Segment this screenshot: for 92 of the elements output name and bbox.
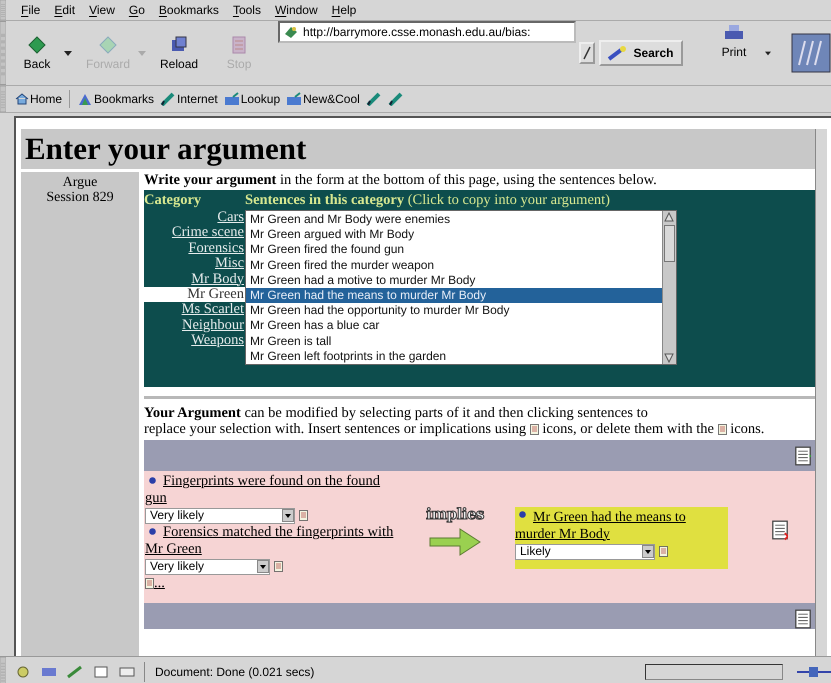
status-text: Document: Done (0.021 secs) bbox=[154, 664, 316, 678]
forward-icon bbox=[97, 35, 119, 55]
insert-icon[interactable] bbox=[530, 424, 539, 436]
sentence-option[interactable]: Mr Green had a motive to murder Mr Body bbox=[246, 272, 662, 288]
back-button[interactable]: Back bbox=[12, 33, 62, 73]
slash-icon[interactable] bbox=[583, 46, 592, 60]
throbber-logo-icon[interactable] bbox=[790, 33, 831, 73]
category-link[interactable]: Crime scene bbox=[172, 224, 244, 240]
reload-button[interactable]: Reload bbox=[154, 33, 204, 73]
toolbar-grip[interactable] bbox=[0, 657, 6, 683]
right-arrow-icon bbox=[428, 527, 482, 557]
likelihood-dropdown[interactable]: Likely bbox=[515, 544, 655, 560]
folder-icon bbox=[224, 92, 240, 106]
premise-text[interactable]: Forensics matched the fingerprints with Mr Green bbox=[145, 524, 395, 558]
delete-icon[interactable] bbox=[718, 424, 727, 436]
menu-item[interactable]: Edit bbox=[47, 0, 82, 20]
print-button[interactable]: Print bbox=[708, 21, 759, 85]
page-title: Enter your argument bbox=[21, 129, 815, 169]
implies-label: implies bbox=[426, 505, 484, 523]
page-icon bbox=[284, 25, 298, 39]
online-plug-icon[interactable] bbox=[797, 664, 831, 678]
folder-icon bbox=[286, 92, 302, 106]
sentence-option[interactable]: Mr Green had the opportunity to murder Mr Body bbox=[246, 303, 662, 318]
menu-item[interactable]: Bookmarks bbox=[152, 0, 226, 20]
dropdown-caret-icon[interactable] bbox=[764, 50, 771, 56]
column-heading: Category bbox=[144, 192, 202, 208]
bookmark-link[interactable]: Bookmarks bbox=[74, 86, 158, 112]
category-link[interactable]: Ms Scarlet bbox=[182, 301, 244, 318]
likelihood-dropdown[interactable]: Very likely bbox=[145, 558, 270, 575]
help-text: icons, or delete them bbox=[542, 421, 664, 437]
home-icon bbox=[15, 93, 29, 105]
sentence-option[interactable]: Mr Green left footprints in the garden bbox=[246, 348, 662, 364]
session-label: Session 829 bbox=[46, 190, 114, 205]
category-link[interactable]: Weapons bbox=[191, 332, 244, 348]
scroll-down-icon[interactable] bbox=[663, 352, 675, 364]
instruction-text: Write your argument in the form at the bottom of this page, using the sentences below. bbox=[144, 172, 658, 189]
session-label: Argue bbox=[62, 175, 98, 190]
sentence-option[interactable]: Mr Green had the means to murder Mr Body bbox=[246, 288, 662, 304]
category-link[interactable]: Cars bbox=[217, 209, 244, 225]
document-icon[interactable] bbox=[795, 609, 811, 629]
menu-item[interactable]: View bbox=[82, 0, 122, 20]
scrollbar-thumb[interactable] bbox=[664, 225, 675, 262]
insert-icon[interactable] bbox=[658, 546, 668, 558]
column-heading: Sentences in this category (Click to copy into your argument) bbox=[245, 192, 610, 208]
sentence-option[interactable]: Mr Green has a blue car bbox=[246, 318, 662, 334]
sentence-listbox[interactable] bbox=[245, 210, 677, 365]
scroll-up-icon[interactable] bbox=[663, 211, 675, 223]
menu-item[interactable]: Go bbox=[122, 0, 152, 20]
toolbar-grip[interactable] bbox=[0, 0, 6, 20]
category-link[interactable]: Misc bbox=[215, 255, 244, 272]
bookmark-icon bbox=[366, 92, 382, 106]
bullet-icon bbox=[149, 477, 156, 484]
bookmark-link[interactable]: Internet bbox=[157, 86, 221, 112]
scrollbar[interactable] bbox=[815, 129, 827, 656]
help-text: icons. bbox=[730, 421, 764, 437]
sentence-option[interactable]: Mr Green argued with Mr Body bbox=[246, 227, 662, 242]
category-link[interactable]: Forensics bbox=[188, 240, 244, 256]
more-link[interactable]: ... bbox=[154, 575, 165, 591]
sentence-option[interactable]: Mr Green fired the found gun bbox=[246, 242, 662, 258]
back-icon bbox=[26, 35, 48, 55]
menu-item[interactable]: Tools bbox=[226, 0, 268, 20]
category-link[interactable]: Neighbour bbox=[182, 316, 244, 333]
category-link[interactable]: Mr Body bbox=[191, 270, 244, 287]
bookmark-link[interactable]: Lookup bbox=[220, 86, 284, 112]
menu-item[interactable]: Window bbox=[268, 0, 325, 20]
sentence-option[interactable]: Mr Green and Mr Body were enemies bbox=[246, 212, 662, 228]
menu-item[interactable]: File bbox=[14, 0, 48, 20]
conclusion-text[interactable]: Mr Green had the means to murder Mr Body bbox=[515, 509, 728, 543]
bookmarks-icon bbox=[77, 92, 94, 106]
bookmark-link[interactable]: New&Cool bbox=[283, 86, 363, 112]
bookmark-icon bbox=[160, 92, 176, 106]
toolbar-grip[interactable] bbox=[0, 86, 6, 112]
insert-icon[interactable] bbox=[274, 561, 283, 572]
address-field[interactable]: http://barrymore.csse.monash.edu.au/bias: bbox=[278, 21, 576, 43]
delete-document-icon[interactable] bbox=[772, 519, 788, 541]
document-icon[interactable] bbox=[795, 444, 811, 466]
help-text: with the bbox=[666, 421, 714, 437]
insert-icon[interactable] bbox=[298, 510, 308, 522]
likelihood-dropdown[interactable]: Very likely bbox=[145, 508, 295, 524]
dropdown-caret-icon[interactable] bbox=[64, 50, 72, 56]
bullet-icon bbox=[149, 528, 156, 535]
bookmark-icon bbox=[388, 92, 404, 106]
bullet-icon bbox=[519, 511, 526, 518]
premise-text[interactable]: Fingerprints were found on the found gun bbox=[145, 473, 395, 507]
search-button[interactable]: Search bbox=[599, 40, 684, 66]
menu-item[interactable]: Help bbox=[324, 0, 364, 20]
insert-icon[interactable] bbox=[145, 578, 154, 590]
sentence-option[interactable]: Mr Green fired the murder weapon bbox=[246, 258, 662, 273]
help-text: replace your selection with. Insert sentences or implications using bbox=[144, 421, 526, 437]
bookmark-link[interactable]: Home bbox=[12, 86, 66, 112]
help-text: Your Argument can be modified by selecting parts of it and then clicking sentences to bbox=[144, 405, 648, 421]
sentence-option[interactable]: Mr Green is tall bbox=[246, 334, 662, 349]
